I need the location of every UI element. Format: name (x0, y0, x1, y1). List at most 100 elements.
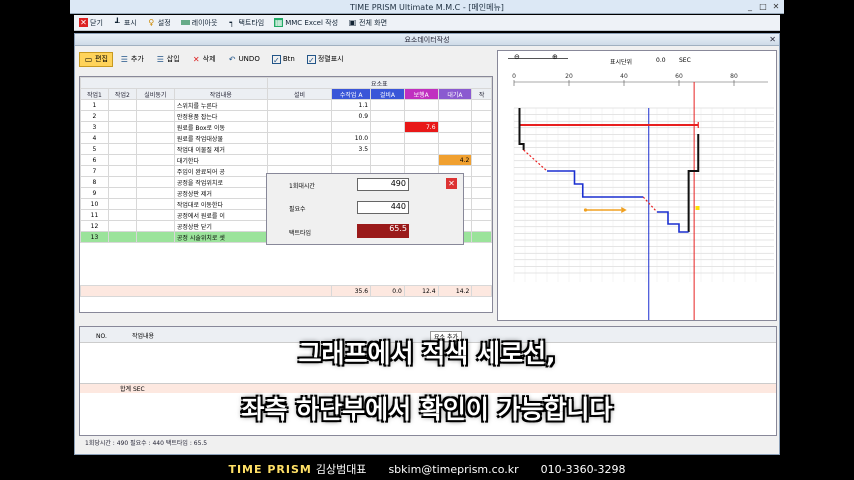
table-cell[interactable] (471, 143, 492, 155)
table-cell[interactable] (107, 99, 137, 111)
table-cell[interactable]: 작업대 이물질 제거 (173, 143, 268, 155)
max-time-input[interactable]: 490 (357, 178, 409, 191)
table-cell[interactable] (135, 187, 175, 199)
table-cell[interactable] (135, 121, 175, 133)
table-cell[interactable]: 3 (80, 121, 109, 133)
table-cell[interactable] (471, 165, 492, 177)
table-cell[interactable]: 7.6 (403, 121, 439, 133)
table-cell[interactable]: 원료를 Box로 이동 (173, 121, 268, 133)
tact-time-button[interactable]: ┑ 택트타임 (222, 16, 269, 30)
layout-button[interactable]: 레이아웃 (176, 16, 223, 30)
table-cell[interactable] (107, 198, 137, 210)
table-cell[interactable] (471, 121, 492, 133)
table-cell[interactable] (135, 231, 175, 243)
table-cell[interactable]: 5 (80, 143, 109, 155)
table-cell[interactable] (331, 121, 372, 133)
table-cell[interactable]: 공정에서 원료를 이 (173, 209, 268, 221)
minimize-button[interactable]: _ (744, 1, 756, 12)
table-cell[interactable] (107, 121, 137, 133)
table-cell[interactable]: 9 (80, 187, 109, 199)
undo-button[interactable]: ↶ UNDO (223, 52, 265, 67)
settings-button[interactable]: ♀ 설정 (142, 16, 176, 30)
table-cell[interactable]: 공정을 작업위치로 (173, 176, 268, 188)
insert-button[interactable]: ☰ 삽입 (151, 52, 185, 67)
table-cell[interactable] (437, 110, 473, 122)
zoom-slider[interactable]: ⊖ ⊕ (502, 53, 582, 63)
table-cell[interactable]: 6 (80, 154, 109, 166)
table-cell[interactable]: 4.2 (437, 154, 473, 166)
table-cell[interactable] (266, 132, 333, 144)
table-cell[interactable] (135, 110, 175, 122)
maximize-button[interactable]: □ (757, 1, 769, 12)
table-cell[interactable] (266, 143, 333, 155)
close-window-button[interactable]: ✕ (770, 1, 782, 12)
table-cell[interactable] (370, 132, 405, 144)
table-cell[interactable]: 주입이 완료되어 공 (173, 165, 268, 177)
table-cell[interactable] (266, 110, 333, 122)
table-cell[interactable]: 작업대로 이동한다 (173, 198, 268, 210)
table-row[interactable]: 4 원료를 작업대상물 10.0 (80, 132, 492, 144)
table-cell[interactable] (135, 132, 175, 144)
table-cell[interactable] (403, 154, 439, 166)
table-cell[interactable] (266, 154, 333, 166)
table-cell[interactable] (471, 220, 492, 232)
mmc-excel-button[interactable]: ▦ MMC Excel 작성 (269, 16, 343, 30)
window-close-icon[interactable]: ✕ (769, 34, 776, 46)
table-cell[interactable] (471, 99, 492, 111)
sort-display-toggle[interactable]: ✓ 정렬표시 (302, 52, 349, 67)
table-cell[interactable] (135, 220, 175, 232)
table-cell[interactable]: 4 (80, 132, 109, 144)
table-cell[interactable] (403, 110, 439, 122)
add-button[interactable]: ☰ 추가 (115, 52, 149, 67)
table-cell[interactable]: 공정상판 제거 (173, 187, 268, 199)
table-cell[interactable] (135, 154, 175, 166)
table-cell[interactable] (107, 132, 137, 144)
display-button[interactable]: ┹ 표시 (108, 16, 142, 30)
table-cell[interactable]: 1 (80, 99, 109, 111)
table-cell[interactable] (107, 154, 137, 166)
table-row[interactable]: 5 작업대 이물질 제거 3.5 (80, 143, 492, 155)
table-cell[interactable] (471, 209, 492, 221)
required-count-input[interactable]: 440 (357, 201, 409, 214)
table-cell[interactable] (135, 198, 175, 210)
table-cell[interactable] (135, 143, 175, 155)
table-cell[interactable] (437, 99, 473, 111)
table-cell[interactable]: 공정상판 닫기 (173, 220, 268, 232)
table-cell[interactable] (107, 143, 137, 155)
table-cell[interactable] (331, 154, 372, 166)
table-cell[interactable] (107, 209, 137, 221)
table-cell[interactable]: 대기한다 (173, 154, 268, 166)
table-cell[interactable]: 스위치를 누른다 (173, 99, 268, 111)
table-cell[interactable]: 8 (80, 176, 109, 188)
table-cell[interactable]: 10 (80, 198, 109, 210)
table-cell[interactable] (135, 99, 175, 111)
table-cell[interactable] (135, 176, 175, 188)
table-cell[interactable] (107, 176, 137, 188)
table-cell[interactable] (266, 99, 333, 111)
close-menu-button[interactable]: ✕ 닫기 (74, 16, 108, 30)
table-cell[interactable] (370, 110, 405, 122)
table-cell[interactable]: 11 (80, 209, 109, 221)
table-cell[interactable]: 3.5 (331, 143, 372, 155)
table-cell[interactable] (471, 154, 492, 166)
table-cell[interactable] (471, 176, 492, 188)
table-cell[interactable] (437, 121, 473, 133)
edit-button[interactable]: ▭ 편집 (79, 51, 113, 67)
table-cell[interactable] (403, 132, 439, 144)
table-cell[interactable] (266, 121, 333, 133)
table-cell[interactable] (437, 143, 473, 155)
table-cell[interactable] (107, 110, 137, 122)
table-row[interactable]: 6 대기한다 4.2 (80, 154, 492, 166)
zoom-handle-left-icon[interactable]: ⊖ (514, 53, 520, 61)
table-cell[interactable]: 0.9 (331, 110, 372, 122)
table-row[interactable]: 2 안정용품 잡는다 0.9 (80, 110, 492, 122)
table-cell[interactable] (437, 132, 473, 144)
table-cell[interactable] (135, 209, 175, 221)
popup-close-button[interactable]: ✕ (446, 178, 457, 189)
table-cell[interactable] (370, 154, 405, 166)
table-cell[interactable] (471, 198, 492, 210)
table-cell[interactable]: 공정 시술위치로 셋 (173, 231, 268, 243)
table-cell[interactable]: 1.1 (331, 99, 372, 111)
table-cell[interactable] (471, 187, 492, 199)
table-row[interactable]: 1 스위치를 누른다 1.1 (80, 99, 492, 111)
